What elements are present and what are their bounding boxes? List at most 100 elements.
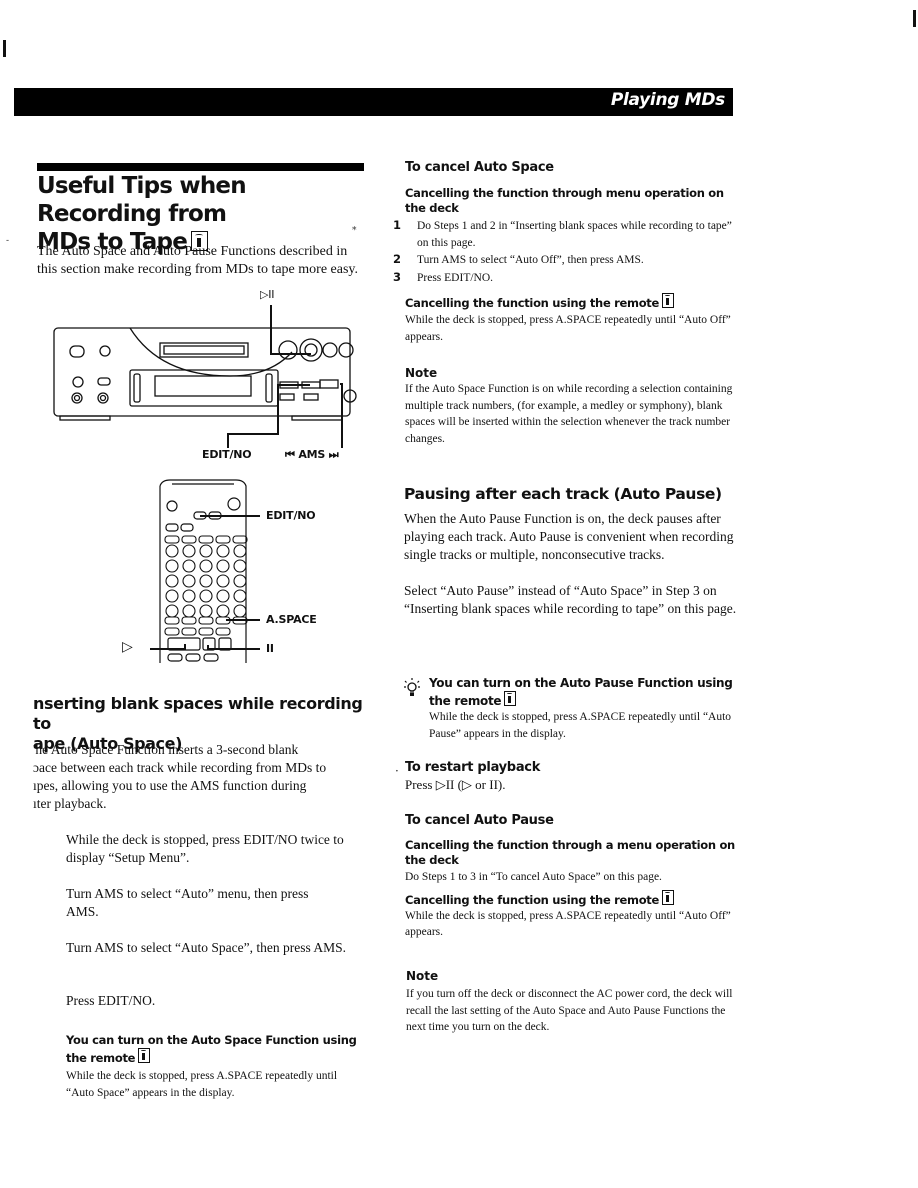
cancel-remote-heading-text: Cancelling the function using the remote <box>405 296 659 310</box>
cancel-steps: 1 Do Steps 1 and 2 in “Inserting blank sp… <box>393 217 740 287</box>
deck-illustration: ▷II EDIT/NO ⏮ AMS ⏭ <box>30 288 370 468</box>
auto-space-heading-line1: nserting blank spaces while recording to <box>33 694 363 733</box>
cancel-pause-remote-heading: Cancelling the function using the remote <box>405 889 740 908</box>
tip-body: While the deck is stopped, press A.SPACE… <box>429 711 732 740</box>
remote-button <box>165 604 179 618</box>
remote-icon <box>504 691 517 706</box>
remote-button <box>198 535 214 544</box>
remote-button <box>182 604 196 618</box>
remote-illustration: EDIT/NO A.SPACE II ▷ <box>110 478 370 673</box>
cancel-step: 3 Press EDIT/NO. <box>393 269 740 287</box>
auto-pause-tip: You can turn on the Auto Pause Function … <box>400 675 740 742</box>
remote-button <box>233 559 247 573</box>
step-text: Turn AMS to select “Auto Off”, then pres… <box>417 254 644 266</box>
edit-no-label: EDIT/NO <box>202 448 252 461</box>
body-line: ıter playback. <box>33 796 107 811</box>
remote-button <box>182 544 196 558</box>
note-body: If you turn off the deck or disconnect t… <box>406 988 733 1033</box>
remote-button <box>215 535 231 544</box>
crop-mark-right <box>913 10 916 27</box>
remote-button <box>181 535 197 544</box>
note-memory: Note If you turn off the deck or disconn… <box>406 969 741 1036</box>
remote-button <box>233 604 247 618</box>
tip-heading: You can turn on the Auto Space Function … <box>66 1033 366 1066</box>
cancel-pause-remote-body: While the deck is stopped, press A.SPACE… <box>405 909 731 939</box>
remote-button <box>216 604 230 618</box>
remote-button <box>216 589 230 603</box>
stray-mark: * <box>352 226 357 236</box>
step-item: Press EDIT/NO. <box>66 993 156 1008</box>
restart-body: Press ▷II (▷ or II). <box>405 777 506 792</box>
cancel-pause-remote-heading-text: Cancelling the function using the remote <box>405 892 659 907</box>
remote-button <box>164 616 180 625</box>
remote-button <box>198 616 214 625</box>
auto-space-tip: You can turn on the Auto Space Function … <box>66 1033 366 1101</box>
cancel-pause-menu-heading: Cancelling the function through a menu o… <box>405 838 735 867</box>
remote-play-label: ▷ <box>122 639 133 655</box>
remote-pause-label: II <box>266 642 274 655</box>
page-title-line1: Useful Tips when Recording from <box>37 173 247 227</box>
note-heading: Note <box>406 969 439 983</box>
step-item: Turn AMS to select “Auto” menu, then pre… <box>66 886 309 919</box>
remote-icon <box>662 293 674 308</box>
stray-mark: · <box>395 764 399 778</box>
remote-button <box>181 627 197 636</box>
remote-edit-no-label: EDIT/NO <box>266 509 316 522</box>
cancel-remote-body: While the deck is stopped, press A.SPACE… <box>405 314 731 343</box>
stray-mark: - <box>6 236 10 246</box>
note-heading: Note <box>405 366 438 380</box>
step-number: 1 <box>393 218 402 232</box>
step-item: Turn AMS to select “Auto Space”, then pr… <box>66 940 346 955</box>
remote-button <box>233 544 247 558</box>
remote-button <box>182 574 196 588</box>
cancel-menu-heading: Cancelling the function through menu ope… <box>405 186 724 215</box>
remote-button <box>199 604 213 618</box>
remote-button <box>164 627 180 636</box>
remote-button <box>216 574 230 588</box>
tip-heading-text: You can turn on the Auto Pause Function … <box>429 676 733 708</box>
ams-label: ⏮ AMS ⏭ <box>285 448 339 461</box>
title-rule <box>37 163 364 171</box>
remote-button <box>182 589 196 603</box>
cancel-remote-heading: Cancelling the function using the remote <box>405 293 740 311</box>
tip-heading: You can turn on the Auto Pause Function … <box>429 675 740 709</box>
step-number: 2 <box>393 252 402 266</box>
remote-button <box>165 559 179 573</box>
remote-button <box>216 544 230 558</box>
step-item: While the deck is stopped, press EDIT/NO… <box>66 832 344 865</box>
cancel-auto-space-heading: To cancel Auto Space <box>405 160 554 175</box>
note-auto-space: Note If the Auto Space Function is on wh… <box>405 366 740 447</box>
remote-icon <box>662 889 674 905</box>
auto-pause-heading: Pausing after each track (Auto Pause) <box>404 485 722 503</box>
auto-pause-section: Pausing after each track (Auto Pause) Wh… <box>404 484 739 618</box>
auto-space-body: 'he Auto Space Function inserts a 3-seco… <box>33 741 378 813</box>
remote-button <box>165 589 179 603</box>
remote-drawing <box>150 479 260 663</box>
step-text: Press EDIT/NO. <box>417 271 494 284</box>
body-line: ıpes, allowing you to use the AMS functi… <box>33 778 307 793</box>
note-body: If the Auto Space Function is on while r… <box>405 383 733 445</box>
remote-button <box>164 535 180 544</box>
remote-icon <box>138 1048 151 1063</box>
deck-drawing <box>53 305 357 448</box>
section-header-bar: Playing MDs <box>14 88 733 116</box>
cancel-step: 1 Do Steps 1 and 2 in “Inserting blank sp… <box>393 217 740 251</box>
remote-button <box>165 544 179 558</box>
restart-playback-section: · To restart playback Press ▷II (▷ or II… <box>395 760 740 794</box>
remote-aspace-label: A.SPACE <box>266 613 317 626</box>
remote-button <box>199 574 213 588</box>
tip-heading-text: You can turn on the Auto Space Function … <box>66 1033 357 1065</box>
auto-pause-body2: Select “Auto Pause” instead of “Auto Spa… <box>404 583 737 616</box>
restart-heading: To restart playback <box>405 760 541 775</box>
cancel-pause-menu-body: Do Steps 1 to 3 in “To cancel Auto Space… <box>405 871 662 883</box>
auto-pause-body1: When the Auto Pause Function is on, the … <box>404 511 734 562</box>
remote-button <box>199 544 213 558</box>
body-line: 'he Auto Space Function inserts a 3-seco… <box>33 742 299 757</box>
body-line: ɔace between each track while recording … <box>33 760 327 775</box>
intro-paragraph: The Auto Space and Auto Pause Functions … <box>37 244 359 277</box>
cancel-auto-pause-heading: To cancel Auto Pause <box>405 813 554 828</box>
remote-button <box>198 627 214 636</box>
crop-mark-left <box>3 40 6 57</box>
step-text: Do Steps 1 and 2 in “Inserting blank spa… <box>417 220 732 249</box>
remote-button <box>165 574 179 588</box>
